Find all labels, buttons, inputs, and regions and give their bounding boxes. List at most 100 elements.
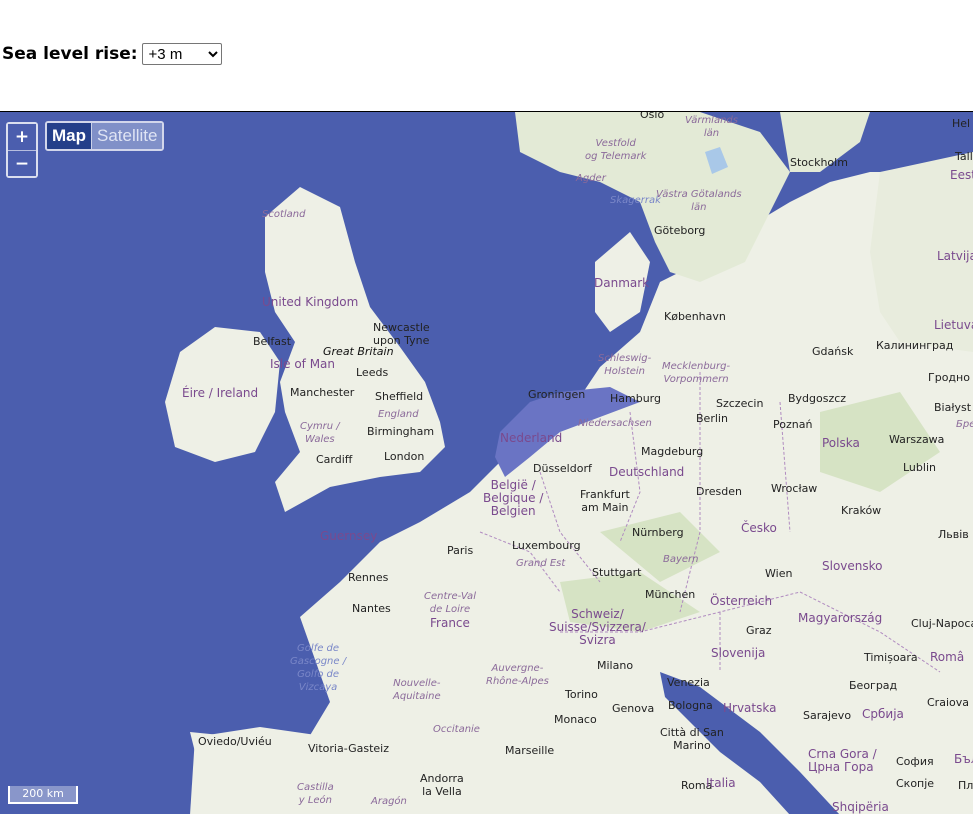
scale-bar: 200 km: [8, 786, 78, 804]
sea-level-label: Sea level rise:: [2, 44, 138, 64]
layer-switcher: Map Satellite: [45, 121, 165, 151]
label-auvergne: Auvergne- Rhône-Alpes: [486, 663, 549, 687]
label-andorra: Andorra la Vella: [420, 772, 464, 798]
label-bologna: Bologna: [668, 699, 713, 712]
label-oviedo: Oviedo/Uviéu: [198, 735, 272, 748]
label-beograd: Београд: [849, 679, 898, 692]
label-cymru: Cymru / Wales: [300, 421, 340, 445]
label-agder: Agder: [576, 173, 606, 184]
label-manchester: Manchester: [290, 386, 355, 399]
label-schweiz: Schweiz/ Suisse/Svizzera/ Svizra: [549, 607, 646, 647]
label-hamburg: Hamburg: [610, 392, 661, 405]
label-guernsey: Guernsey: [320, 529, 378, 543]
label-plovdiv: Пло: [958, 779, 973, 792]
label-torino: Torino: [565, 688, 598, 701]
label-grodno: Гродно: [928, 371, 970, 384]
satellite-layer-button[interactable]: Satellite: [91, 123, 163, 149]
label-mecklenburg: Mecklenburg- Vorpommern: [662, 361, 731, 385]
label-srbija: Србија: [862, 707, 904, 721]
label-dresden: Dresden: [696, 485, 742, 498]
label-bialystok: Białyst: [934, 401, 972, 414]
label-sofia: София: [896, 755, 934, 768]
label-deutschland: Deutschland: [609, 465, 685, 479]
label-skagerrak: Skagerrak: [610, 195, 661, 206]
label-magyarorszag: Magyarország: [798, 611, 883, 625]
map-layer-button[interactable]: Map: [47, 123, 91, 149]
label-sarajevo: Sarajevo: [803, 709, 852, 722]
label-shqiperia: Shqipëria: [832, 800, 889, 814]
label-warszawa: Warszawa: [889, 433, 945, 446]
label-berlin: Berlin: [696, 412, 728, 425]
label-cardiff: Cardiff: [316, 453, 353, 466]
label-bydgoszcz: Bydgoszcz: [788, 392, 847, 405]
label-latvija: Latvija: [937, 249, 973, 263]
label-luxembourg: Luxembourg: [512, 539, 581, 552]
label-lublin: Lublin: [903, 461, 936, 474]
label-vestfold: Vestfold og Telemark: [585, 138, 647, 162]
zoom-out-button[interactable]: −: [8, 150, 36, 176]
label-nurnberg: Nürnberg: [632, 526, 684, 539]
label-occitanie: Occitanie: [433, 724, 480, 735]
label-paris: Paris: [447, 544, 474, 557]
label-centre: Centre-Val de Loire: [424, 591, 476, 615]
label-varmlands: Värmlands län: [685, 115, 738, 139]
label-lviv: Львів: [938, 528, 969, 541]
label-skopje: Скопје: [896, 777, 935, 790]
label-kobenhavn: København: [664, 310, 726, 323]
label-crna-gora: Crna Gora / Црна Гора: [808, 747, 877, 774]
label-bulgaria: Бъл: [954, 752, 973, 766]
label-wien: Wien: [765, 567, 793, 580]
label-isle-of-man: Isle of Man: [270, 357, 336, 371]
label-tallinn: Talli: [955, 150, 973, 163]
label-poznan: Poznań: [773, 418, 813, 431]
label-hel: Hel: [952, 117, 971, 130]
label-szczecin: Szczecin: [716, 397, 764, 410]
label-genova: Genova: [612, 702, 655, 715]
zoom-control: + −: [6, 122, 38, 178]
label-niedersachsen: Niedersachsen: [578, 418, 652, 429]
label-rennes: Rennes: [348, 571, 389, 584]
label-scotland: Scotland: [262, 209, 306, 220]
label-eire: Éire / Ireland: [182, 386, 259, 400]
label-romania: Româ: [930, 650, 965, 664]
label-belfast: Belfast: [253, 335, 292, 348]
label-slovensko: Slovensko: [822, 559, 883, 573]
sea-level-control: Sea level rise: +3 m: [2, 43, 222, 65]
label-leeds: Leeds: [356, 366, 389, 379]
label-nantes: Nantes: [352, 602, 391, 615]
label-grand-est: Grand Est: [516, 558, 566, 569]
label-golfe: Golfe de Gascogne / Golfo de Vizcaya: [290, 643, 347, 693]
label-newcastle: Newcastle upon Tyne: [373, 321, 430, 347]
label-england: England: [378, 409, 419, 420]
label-italia: Italia: [706, 776, 736, 790]
label-sheffield: Sheffield: [375, 390, 424, 403]
label-osterreich: Österreich: [710, 594, 773, 608]
label-birmingham: Birmingham: [367, 425, 435, 438]
label-stuttgart: Stuttgart: [592, 566, 642, 579]
label-dusseldorf: Düsseldorf: [533, 462, 592, 475]
label-cesko: Česko: [741, 521, 777, 535]
label-aragon: Aragón: [371, 796, 407, 807]
sea-level-select[interactable]: +3 m: [141, 43, 222, 65]
label-marseille: Marseille: [505, 744, 555, 757]
label-monaco: Monaco: [554, 713, 597, 726]
label-vitoria: Vitoria-Gasteiz: [308, 742, 389, 755]
label-goteborg: Göteborg: [654, 224, 706, 237]
label-venezia: Venezia: [667, 676, 710, 689]
label-kaliningrad: Калининград: [876, 339, 954, 352]
label-schleswig: Schleswig- Holstein: [598, 353, 652, 377]
label-krakow: Kraków: [841, 504, 882, 517]
label-munchen: München: [645, 588, 696, 601]
label-oslo: Oslo: [640, 111, 665, 121]
label-citta: Città di San Marino: [660, 726, 724, 752]
label-graz: Graz: [746, 624, 772, 637]
map-canvas[interactable]: Oslo Värmlands län Vestfold og Telemark …: [0, 111, 973, 814]
label-france: France: [430, 616, 470, 630]
label-timisoara: Timișoara: [864, 651, 918, 664]
label-polska: Polska: [822, 436, 860, 450]
label-craiova: Craiova: [927, 696, 969, 709]
label-bayern: Bayern: [663, 554, 699, 565]
label-groningen: Groningen: [528, 388, 586, 401]
label-eesti: Eest: [950, 168, 973, 182]
zoom-in-button[interactable]: +: [8, 124, 36, 150]
